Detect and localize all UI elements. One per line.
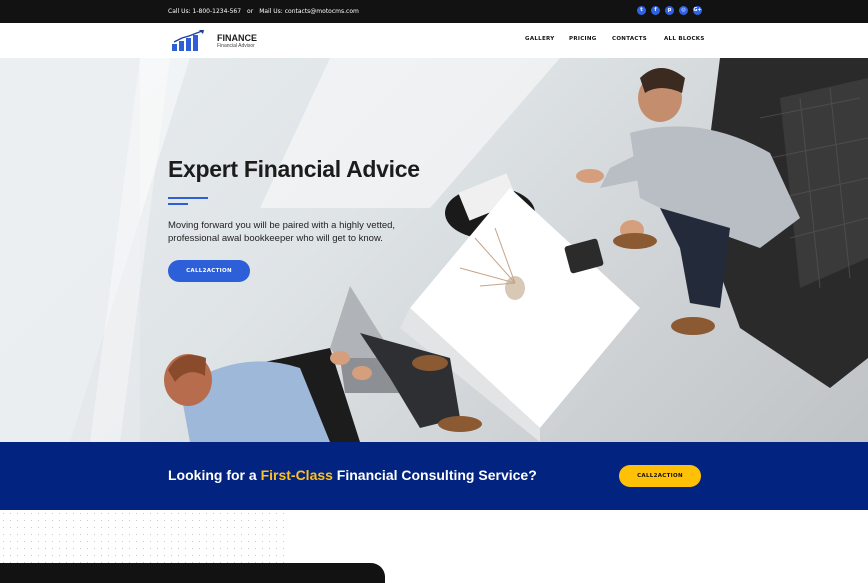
nav-item-gallery[interactable]: GALLERY — [525, 36, 555, 42]
brand-subtitle: Financial Advisor — [217, 43, 255, 49]
hero-heading: Expert Financial Advice — [168, 156, 420, 182]
band-cta-button[interactable]: CALL2ACTION — [619, 465, 701, 487]
dark-footer-block — [0, 563, 385, 583]
band-title: Looking for a First-Class Financial Cons… — [168, 467, 537, 483]
google-plus-icon[interactable]: G+ — [693, 6, 702, 15]
facebook-icon[interactable]: f — [651, 6, 660, 15]
band-title-after: Financial Consulting Service? — [332, 467, 537, 483]
brand[interactable]: FINANCE Financial Advisor — [217, 33, 257, 50]
nav-item-contacts[interactable]: CONTACTS — [612, 36, 647, 42]
hero-cta-button[interactable]: CALL2ACTION — [168, 260, 250, 282]
dot-pattern — [0, 510, 290, 564]
hero-photo — [0, 58, 868, 442]
nav-item-pricing[interactable]: PRICING — [569, 36, 597, 42]
hero-section: Expert Financial Advice Moving forward y… — [0, 58, 868, 442]
band-title-before: Looking for a — [168, 467, 261, 483]
pinterest-icon[interactable]: p — [665, 6, 674, 15]
heading-underline-short — [168, 203, 188, 205]
social-links: t f p ◎ G+ — [637, 6, 702, 15]
brand-title: FINANCE — [217, 33, 257, 43]
band-title-highlight: First-Class — [260, 467, 333, 483]
email-text[interactable]: Mail Us: contacts@motocms.com — [259, 8, 359, 15]
main-navbar: FINANCE Financial Advisor GALLERY PRICIN… — [0, 23, 868, 58]
instagram-icon[interactable]: ◎ — [679, 6, 688, 15]
top-bar: Call Us: 1-800-1234-567 or Mail Us: contac… — [0, 0, 868, 23]
twitter-icon[interactable]: t — [637, 6, 646, 15]
nav-item-all-blocks[interactable]: ALL BLOCKS — [664, 36, 705, 42]
or-text: or — [247, 8, 254, 15]
cta-band: Looking for a First-Class Financial Cons… — [0, 442, 868, 510]
contact-info: Call Us: 1-800-1234-567 or Mail Us: contac… — [168, 8, 359, 15]
hero-text: Moving forward you will be paired with a… — [168, 220, 396, 244]
phone-text[interactable]: Call Us: 1-800-1234-567 — [168, 8, 241, 15]
heading-underline — [168, 197, 208, 199]
bar-chart-logo-icon[interactable] — [172, 30, 208, 52]
